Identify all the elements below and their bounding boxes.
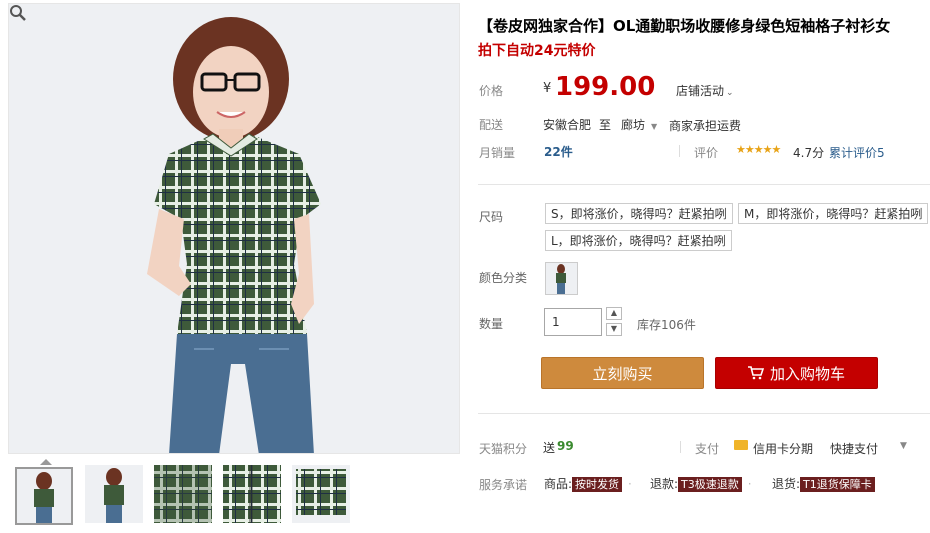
thumbnail-strip (15, 465, 460, 527)
store-promo-label: 店铺活动 (676, 84, 725, 98)
quick-pay[interactable]: 快捷支付 (830, 440, 878, 457)
section-divider (478, 413, 930, 414)
add-to-cart-button[interactable]: 加入购物车 (715, 357, 878, 389)
rating-score: 4.7分 (793, 146, 825, 160)
service-refund-label: 退款: (650, 477, 679, 491)
price-value: 199.00 (555, 72, 656, 102)
points-label: 天猫积分 (479, 442, 528, 456)
monthly-sales-value: 22件 (544, 145, 573, 159)
size-option-m[interactable]: M，即将涨价，晓得吗？赶紧拍咧 (738, 203, 929, 224)
section-divider (478, 184, 930, 185)
service-goods: 商品: 按时发货 · (544, 477, 632, 492)
reviews-link[interactable]: 累计评价5 (829, 144, 885, 161)
thumbnail-3[interactable] (154, 465, 212, 523)
quantity-decrease-button[interactable]: ▼ (606, 323, 622, 336)
points-prefix: 送 (543, 441, 556, 455)
main-product-image[interactable] (8, 3, 460, 454)
shipping-from: 安徽合肥 (543, 118, 592, 132)
size-option-s[interactable]: S，即将涨价，晓得吗？赶紧拍咧 (545, 203, 733, 224)
rating-stars-icon: ★★★★★ (736, 143, 781, 156)
product-subtitle: 拍下自动24元特价 (478, 43, 596, 59)
on-time-delivery-badge[interactable]: 按时发货 (572, 477, 623, 492)
thumbnail-4[interactable] (223, 465, 281, 523)
stock-count: 库存106件 (637, 318, 696, 332)
currency-symbol: ¥ (543, 81, 552, 96)
service-label: 服务承诺 (479, 478, 528, 492)
service-return: 退货: T1退货保障卡 (772, 475, 875, 492)
shipping-destination-dropdown[interactable]: 廊坊 ▼ (621, 116, 657, 133)
service-return-label: 退货: (772, 477, 801, 491)
shipping-destination: 廊坊 (621, 118, 646, 132)
shipping-fee: 商家承担运费 (669, 119, 742, 133)
service-refund: 退款: T3极速退款 · (650, 477, 752, 492)
divider (679, 145, 680, 157)
credit-card-icon (734, 440, 748, 450)
cart-icon (747, 359, 765, 391)
quantity-input[interactable] (544, 308, 602, 336)
rating-label: 评价 (694, 146, 719, 160)
color-label: 颜色分类 (479, 271, 528, 285)
quantity-increase-button[interactable]: ▲ (606, 307, 622, 320)
points-value: 99 (557, 439, 574, 453)
monthly-sales-label: 月销量 (479, 146, 516, 160)
size-option-l[interactable]: L，即将涨价，晓得吗？赶紧拍咧 (545, 230, 732, 251)
shipping-to-word: 至 (599, 118, 612, 132)
divider (680, 441, 681, 453)
thumbnail-1[interactable] (15, 467, 73, 525)
credit-installment[interactable]: 信用卡分期 (753, 440, 813, 457)
caret-down-icon[interactable]: ▼ (900, 441, 907, 451)
buy-now-button[interactable]: 立刻购买 (541, 357, 704, 389)
product-title: 【卷皮网独家合作】OL通勤职场收腰修身绿色短袖格子衬衫女 (478, 17, 891, 35)
add-to-cart-label: 加入购物车 (769, 365, 845, 383)
thumbnail-5[interactable] (292, 465, 350, 523)
fast-refund-badge[interactable]: T3极速退款 (678, 477, 742, 492)
size-label: 尺码 (479, 210, 504, 224)
shipping-label: 配送 (479, 118, 504, 132)
service-goods-label: 商品: (544, 477, 573, 491)
quantity-label: 数量 (479, 317, 504, 331)
zoom-icon[interactable] (9, 4, 27, 22)
payment-label: 支付 (695, 442, 720, 456)
thumbnail-2[interactable] (85, 465, 143, 523)
caret-down-icon: ▼ (651, 122, 658, 131)
chevron-down-icon: ⌄ (726, 88, 734, 98)
store-promo-dropdown[interactable]: 店铺活动 ⌄ (676, 82, 734, 99)
color-swatch[interactable] (545, 262, 578, 295)
return-guarantee-badge[interactable]: T1退货保障卡 (800, 477, 875, 492)
price-label: 价格 (479, 84, 504, 98)
